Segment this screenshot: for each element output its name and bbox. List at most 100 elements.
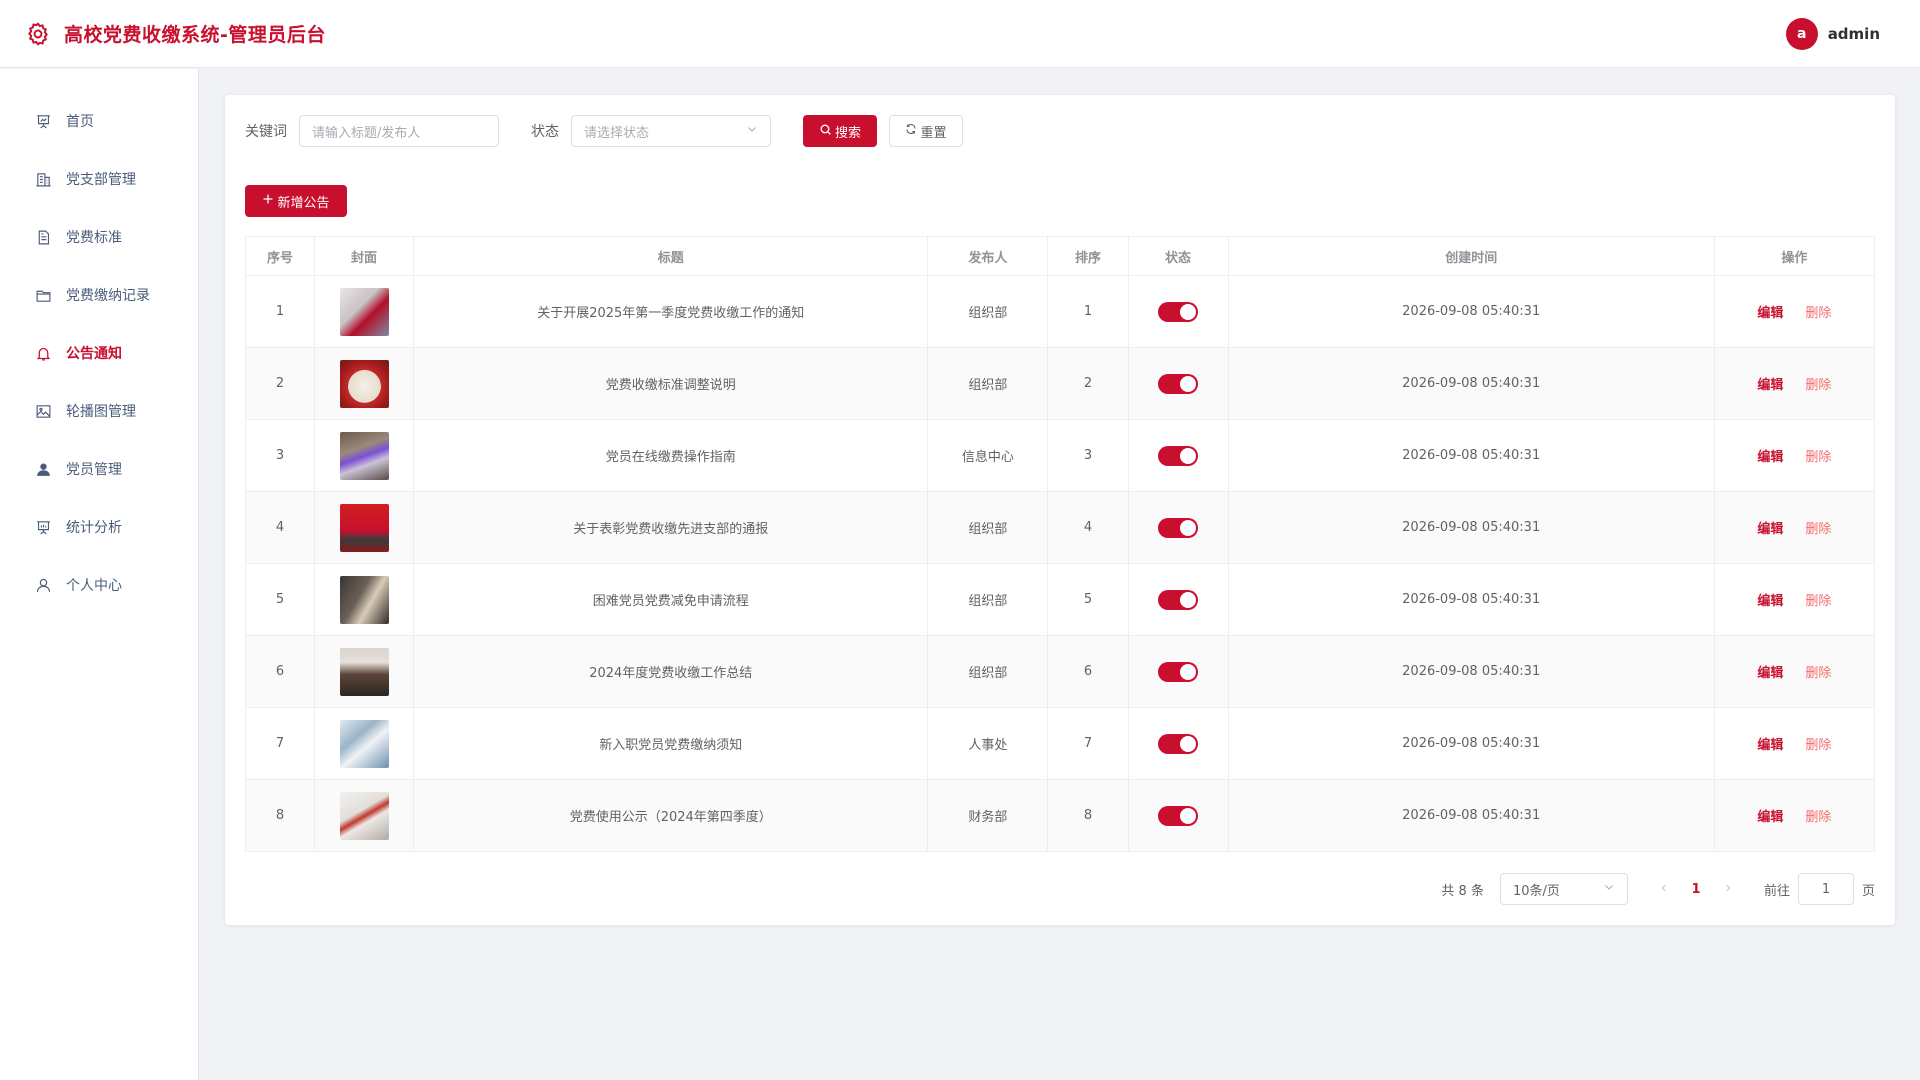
reset-button[interactable]: 重置 — [889, 115, 963, 147]
cell-index: 2 — [244, 347, 316, 420]
column-header-index: 序号 — [244, 236, 316, 276]
cover-image — [339, 431, 389, 480]
username[interactable]: admin — [1828, 25, 1880, 43]
filter-bar: 关键词 请输入标题/发布人 状态 请选择状态 搜索 重置 — [245, 115, 1875, 147]
next-page-button[interactable] — [1712, 882, 1744, 897]
status-switch[interactable] — [1158, 661, 1199, 682]
sidebar-item-announcements[interactable]: 公告通知 — [0, 324, 198, 382]
cell-title: 困难党员党费减免申请流程 — [413, 563, 929, 636]
chevron-down-icon — [746, 123, 758, 139]
delete-button[interactable]: 删除 — [1805, 594, 1831, 609]
sidebar-item-statistics[interactable]: 统计分析 — [0, 498, 198, 556]
sidebar-item-home[interactable]: 首页 — [0, 92, 198, 150]
user-menu[interactable]: a admin — [1785, 17, 1880, 50]
reset-button-label: 重置 — [920, 125, 947, 141]
status-switch[interactable] — [1158, 805, 1199, 826]
sidebar-item-branches[interactable]: 党支部管理 — [0, 150, 198, 208]
page-size-select[interactable]: 10条/页 — [1499, 873, 1628, 905]
status-select[interactable]: 请选择状态 — [571, 115, 771, 147]
cell-sort: 5 — [1047, 563, 1129, 636]
status-label: 状态 — [531, 124, 559, 140]
sidebar-item-label: 公告通知 — [66, 346, 122, 362]
delete-button[interactable]: 删除 — [1805, 450, 1831, 465]
column-header-sort: 排序 — [1047, 236, 1129, 276]
delete-button[interactable]: 删除 — [1805, 810, 1831, 825]
sidebar-item-label: 首页 — [66, 114, 94, 130]
sidebar: 首页 党支部管理 党费标准 党费缴纳记录 公告通知 轮播图管理 党员管理 统计分… — [0, 69, 199, 1080]
cell-sort: 2 — [1047, 347, 1129, 420]
add-announcement-button[interactable]: 新增公告 — [245, 185, 347, 217]
table-row: 5 困难党员党费减免申请流程 组织部 5 2026-09-08 05:40:31… — [244, 563, 1876, 636]
status-switch[interactable] — [1158, 517, 1199, 538]
cell-index: 7 — [244, 707, 316, 780]
sidebar-item-label: 党费标准 — [66, 230, 122, 246]
cell-title: 2024年度党费收缴工作总结 — [413, 635, 929, 708]
cell-sort: 6 — [1047, 635, 1129, 708]
cell-created: 2026-09-08 05:40:31 — [1227, 779, 1715, 852]
search-button-label: 搜索 — [834, 125, 861, 141]
status-switch[interactable] — [1158, 733, 1199, 754]
column-header-created: 创建时间 — [1227, 236, 1715, 276]
status-switch[interactable] — [1158, 445, 1199, 466]
cell-publisher: 组织部 — [927, 635, 1049, 708]
status-switch[interactable] — [1158, 589, 1199, 610]
edit-button[interactable]: 编辑 — [1757, 810, 1783, 825]
chevron-left-icon — [1661, 884, 1666, 891]
status-switch[interactable] — [1158, 373, 1199, 394]
brand: 高校党费收缴系统-管理员后台 — [24, 20, 326, 48]
delete-button[interactable]: 删除 — [1805, 738, 1831, 753]
delete-button[interactable]: 删除 — [1805, 306, 1831, 321]
keyword-input[interactable]: 请输入标题/发布人 — [299, 115, 499, 147]
cell-created: 2026-09-08 05:40:31 — [1227, 563, 1715, 636]
avatar[interactable]: a — [1785, 17, 1818, 50]
column-header-cover: 封面 — [314, 236, 415, 276]
search-button[interactable]: 搜索 — [803, 115, 877, 147]
edit-button[interactable]: 编辑 — [1757, 666, 1783, 681]
sidebar-item-members[interactable]: 党员管理 — [0, 440, 198, 498]
edit-button[interactable]: 编辑 — [1757, 450, 1783, 465]
cell-index: 4 — [244, 491, 316, 564]
goto-page-input[interactable]: 1 — [1797, 873, 1854, 905]
pagination: 共 8 条 10条/页 1 前往 1 页 — [1441, 873, 1875, 905]
column-header-actions: 操作 — [1713, 236, 1876, 276]
plus-icon — [262, 193, 274, 209]
cell-created: 2026-09-08 05:40:31 — [1227, 707, 1715, 780]
delete-button[interactable]: 删除 — [1805, 522, 1831, 537]
edit-button[interactable]: 编辑 — [1757, 738, 1783, 753]
chart-board-icon — [34, 518, 52, 536]
sidebar-item-carousel[interactable]: 轮播图管理 — [0, 382, 198, 440]
sidebar-item-profile[interactable]: 个人中心 — [0, 556, 198, 614]
main-card: 关键词 请输入标题/发布人 状态 请选择状态 搜索 重置 新增公告 序号 封面 … — [225, 95, 1895, 925]
cell-sort: 3 — [1047, 419, 1129, 492]
edit-button[interactable]: 编辑 — [1757, 306, 1783, 321]
page-number-current[interactable]: 1 — [1680, 882, 1712, 897]
app-title: 高校党费收缴系统-管理员后台 — [64, 24, 326, 46]
prev-page-button[interactable] — [1648, 882, 1680, 897]
sidebar-item-payment-records[interactable]: 党费缴纳记录 — [0, 266, 198, 324]
table-header-row: 序号 封面 标题 发布人 排序 状态 创建时间 操作 — [244, 236, 1876, 276]
edit-button[interactable]: 编辑 — [1757, 594, 1783, 609]
cell-publisher: 组织部 — [927, 563, 1049, 636]
delete-button[interactable]: 删除 — [1805, 378, 1831, 393]
cell-title: 关于开展2025年第一季度党费收缴工作的通知 — [413, 275, 929, 348]
cell-publisher: 财务部 — [927, 779, 1049, 852]
cover-image — [339, 719, 389, 768]
toolbar: 新增公告 — [245, 185, 1875, 217]
cell-created: 2026-09-08 05:40:31 — [1227, 491, 1715, 564]
edit-button[interactable]: 编辑 — [1757, 378, 1783, 393]
goto-label: 前往 — [1763, 883, 1790, 899]
cell-publisher: 人事处 — [927, 707, 1049, 780]
cell-created: 2026-09-08 05:40:31 — [1227, 275, 1715, 348]
status-switch[interactable] — [1158, 301, 1199, 322]
top-header: 高校党费收缴系统-管理员后台 a admin — [0, 0, 1920, 68]
presentation-icon — [34, 112, 52, 130]
edit-button[interactable]: 编辑 — [1757, 522, 1783, 537]
sidebar-item-label: 党费缴纳记录 — [66, 288, 150, 304]
sidebar-item-fee-standard[interactable]: 党费标准 — [0, 208, 198, 266]
keyword-placeholder: 请输入标题/发布人 — [312, 125, 421, 141]
delete-button[interactable]: 删除 — [1805, 666, 1831, 681]
cell-sort: 8 — [1047, 779, 1129, 852]
bell-icon — [34, 344, 52, 362]
cover-image — [339, 287, 389, 336]
cell-publisher: 信息中心 — [927, 419, 1049, 492]
